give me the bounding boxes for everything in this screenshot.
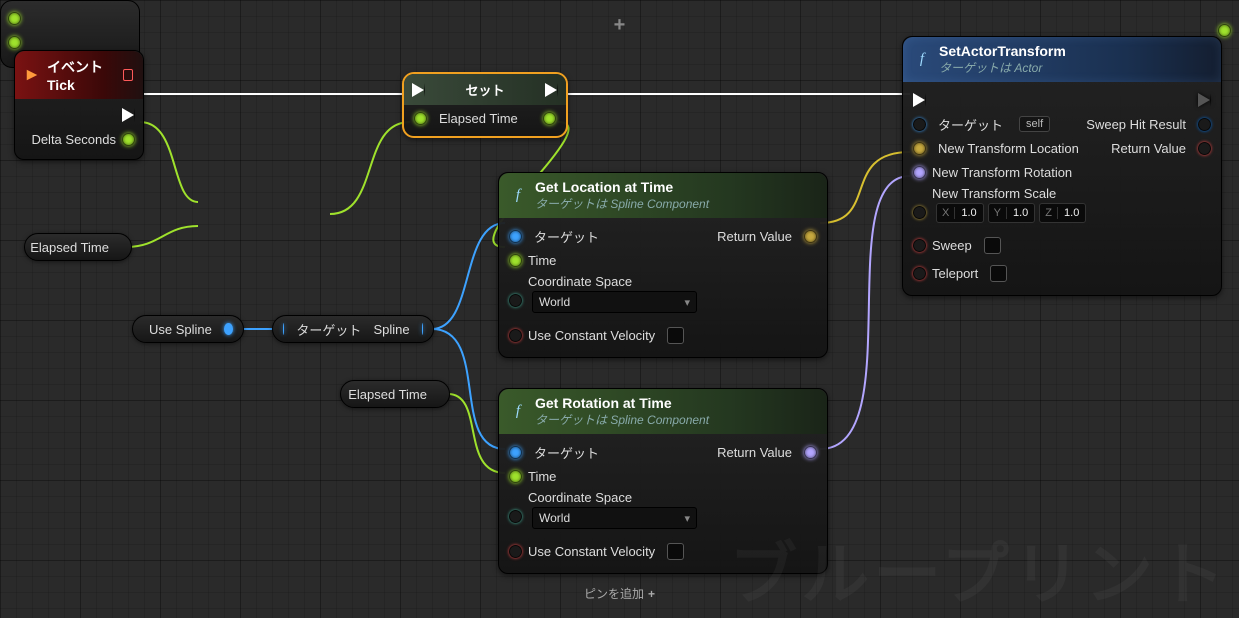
node-header: イベント Tick [15, 51, 143, 99]
node-set-elapsed-time[interactable]: セット Elapsed Time [402, 72, 568, 138]
set-title: セット [404, 74, 566, 105]
time-pin[interactable] [509, 470, 522, 483]
coord-space-select[interactable]: World [532, 291, 697, 313]
event-arrow-icon [25, 66, 39, 84]
target-pin[interactable] [913, 118, 926, 131]
node-header: f Get Location at Time ターゲットは Spline Com… [499, 173, 827, 218]
var-out-pin[interactable] [224, 323, 233, 335]
set-value-in-pin[interactable] [414, 112, 427, 125]
return-value-pin[interactable] [804, 446, 817, 459]
scale-y-field[interactable]: Y1.0 [988, 203, 1036, 223]
node-subtitle: ターゲットは Actor [939, 59, 1066, 76]
in-pin[interactable] [283, 323, 284, 335]
add-plus-icon: + [614, 14, 626, 37]
coord-space-pin[interactable] [509, 294, 522, 307]
target-pin[interactable] [509, 230, 522, 243]
node-subtitle: ターゲットは Spline Component [535, 411, 709, 428]
exec-out-pin[interactable] [545, 83, 558, 97]
node-get-location-at-time[interactable]: f Get Location at Time ターゲットは Spline Com… [498, 172, 828, 358]
time-pin[interactable] [509, 254, 522, 267]
const-vel-checkbox[interactable] [667, 543, 684, 560]
node-get-rotation-at-time[interactable]: f Get Rotation at Time ターゲットは Spline Com… [498, 388, 828, 574]
sweep-hit-pin[interactable] [1198, 118, 1211, 131]
node-header: f Get Rotation at Time ターゲットは Spline Com… [499, 389, 827, 434]
const-vel-pin[interactable] [509, 329, 522, 342]
exec-out-pin[interactable] [1198, 93, 1211, 107]
coord-space-select[interactable]: World [532, 507, 697, 529]
function-icon: f [509, 187, 527, 205]
delta-seconds-label: Delta Seconds [31, 132, 116, 147]
delta-seconds-pin[interactable] [122, 133, 135, 146]
sweep-checkbox[interactable] [984, 237, 1001, 254]
node-title: SetActorTransform [939, 43, 1066, 59]
function-icon: f [913, 51, 931, 69]
exec-out-pin[interactable] [122, 108, 135, 122]
const-vel-pin[interactable] [509, 545, 522, 558]
node-title: Get Rotation at Time [535, 395, 709, 411]
reroute-target-spline[interactable]: ターゲット Spline [272, 315, 434, 343]
set-var-label: Elapsed Time [439, 111, 518, 126]
add-in-pin-a[interactable] [8, 12, 21, 25]
scale-pin[interactable] [913, 206, 926, 219]
add-pin-label[interactable]: ピンを追加+ [584, 585, 655, 602]
exec-in-pin[interactable] [913, 93, 926, 107]
teleport-checkbox[interactable] [990, 265, 1007, 282]
scale-x-field[interactable]: X1.0 [936, 203, 984, 223]
self-box[interactable]: self [1019, 116, 1050, 132]
add-in-pin-b[interactable] [8, 36, 21, 49]
return-value-pin[interactable] [804, 230, 817, 243]
return-value-pin[interactable] [1198, 142, 1211, 155]
rotation-pin[interactable] [913, 166, 926, 179]
out-pin[interactable] [422, 323, 423, 335]
delegate-pin-icon[interactable] [123, 69, 133, 81]
var-use-spline[interactable]: Use Spline [132, 315, 244, 343]
node-subtitle: ターゲットは Spline Component [535, 195, 709, 212]
sweep-pin[interactable] [913, 239, 926, 252]
node-event-tick[interactable]: イベント Tick Delta Seconds [14, 50, 144, 160]
teleport-pin[interactable] [913, 267, 926, 280]
var-elapsed-time-2[interactable]: Elapsed Time [340, 380, 450, 408]
function-icon: f [509, 403, 527, 421]
set-value-out-pin[interactable] [543, 112, 556, 125]
add-out-pin[interactable] [1218, 24, 1231, 37]
node-set-actor-transform[interactable]: f SetActorTransform ターゲットは Actor ターゲット s… [902, 36, 1222, 296]
node-title: イベント Tick [47, 57, 115, 93]
const-vel-checkbox[interactable] [667, 327, 684, 344]
scale-z-field[interactable]: Z1.0 [1039, 203, 1086, 223]
location-pin[interactable] [913, 142, 926, 155]
node-title: Get Location at Time [535, 179, 709, 195]
node-header: f SetActorTransform ターゲットは Actor [903, 37, 1221, 82]
target-pin[interactable] [509, 446, 522, 459]
var-elapsed-time-1[interactable]: Elapsed Time [24, 233, 132, 261]
coord-space-pin[interactable] [509, 510, 522, 523]
exec-in-pin[interactable] [412, 83, 425, 97]
